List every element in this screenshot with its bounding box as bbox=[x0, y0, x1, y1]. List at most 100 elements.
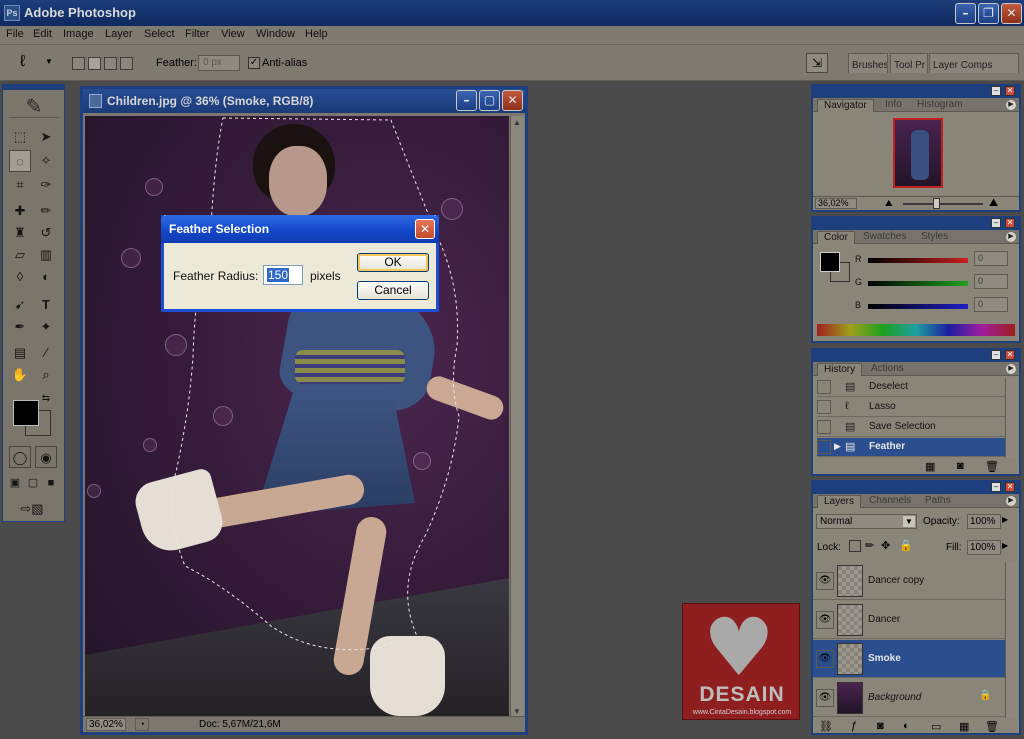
eye-icon[interactable]: 👁 bbox=[816, 650, 834, 668]
dodge-tool-icon[interactable]: ◐ bbox=[35, 266, 57, 288]
blur-tool-icon[interactable]: ◊ bbox=[9, 266, 31, 288]
image-canvas[interactable] bbox=[85, 116, 509, 718]
tab-histogram[interactable]: Histogram bbox=[911, 99, 969, 112]
pen-tool-icon[interactable]: ✒ bbox=[9, 316, 31, 338]
hand-tool-icon[interactable]: ✋ bbox=[9, 364, 31, 386]
tab-history[interactable]: History bbox=[817, 363, 863, 376]
panel-close-icon[interactable]: ✕ bbox=[1005, 86, 1015, 96]
tab-layers[interactable]: Layers bbox=[817, 495, 862, 508]
gradient-tool-icon[interactable]: ▥ bbox=[35, 244, 57, 266]
history-brush-tool-icon[interactable]: ↺ bbox=[35, 222, 57, 244]
foreground-color-swatch[interactable] bbox=[13, 400, 39, 426]
menu-filter[interactable]: Filter bbox=[185, 28, 209, 40]
adjustment-layer-icon[interactable]: ◐ bbox=[903, 720, 910, 732]
close-button[interactable]: ✕ bbox=[1001, 3, 1022, 24]
doc-maximize-button[interactable]: ▢ bbox=[479, 90, 500, 111]
cancel-button[interactable]: Cancel bbox=[357, 281, 429, 300]
eyedropper-tool-icon[interactable]: ⁄ bbox=[35, 342, 57, 364]
document-zoom-field[interactable]: 36,02% bbox=[86, 718, 126, 731]
color-spectrum-ramp[interactable] bbox=[817, 324, 1015, 336]
doc-minimize-button[interactable]: – bbox=[456, 90, 477, 111]
lock-all-icon[interactable]: 🔒 bbox=[899, 539, 913, 552]
tab-info[interactable]: Info bbox=[879, 99, 908, 112]
history-item[interactable]: ℓ Lasso bbox=[817, 398, 1005, 417]
new-snapshot-icon[interactable]: ◙ bbox=[957, 460, 964, 472]
panel-minimize-icon[interactable]: – bbox=[991, 350, 1001, 360]
menu-window[interactable]: Window bbox=[256, 28, 295, 40]
panel-close-icon[interactable]: ✕ bbox=[1005, 350, 1015, 360]
history-item-selected[interactable]: ▶ ▤ Feather bbox=[817, 438, 1005, 457]
well-tab-brushes[interactable]: Brushes bbox=[848, 53, 888, 73]
doc-close-button[interactable]: ✕ bbox=[502, 90, 523, 111]
brush-tool-icon[interactable]: ✏ bbox=[35, 200, 57, 222]
layer-row-selected[interactable]: 👁 Smoke bbox=[813, 640, 1007, 678]
minimize-button[interactable]: – bbox=[955, 3, 976, 24]
trash-icon[interactable]: 🗑 bbox=[985, 720, 999, 733]
chevron-down-icon[interactable]: ▼ bbox=[45, 57, 53, 66]
status-menu-icon[interactable]: ◔ bbox=[135, 718, 149, 731]
subtract-selection-icon[interactable] bbox=[104, 57, 117, 70]
new-layer-icon[interactable]: ▦ bbox=[959, 720, 969, 733]
tab-navigator[interactable]: Navigator bbox=[817, 99, 874, 112]
lasso-tool-icon[interactable]: ◌ bbox=[9, 150, 31, 172]
well-tab-layer-comps[interactable]: Layer Comps bbox=[929, 53, 1019, 73]
fill-input[interactable]: 100% bbox=[967, 540, 1001, 555]
marquee-tool-icon[interactable]: ⬚ bbox=[9, 126, 31, 148]
panel-minimize-icon[interactable]: – bbox=[991, 482, 1001, 492]
clone-stamp-tool-icon[interactable]: ♜ bbox=[9, 222, 31, 244]
new-selection-icon[interactable] bbox=[72, 57, 85, 70]
lock-transparency-icon[interactable] bbox=[849, 540, 861, 552]
type-tool-icon[interactable]: T bbox=[35, 294, 57, 316]
panel-close-icon[interactable]: ✕ bbox=[1005, 218, 1015, 228]
layer-row[interactable]: 👁 Dancer bbox=[813, 601, 1007, 639]
tab-styles[interactable]: Styles bbox=[915, 231, 954, 244]
blend-mode-select[interactable]: Normal ▼ bbox=[816, 514, 917, 529]
menu-view[interactable]: View bbox=[221, 28, 245, 40]
panel-menu-icon[interactable]: ▶ bbox=[1006, 364, 1016, 374]
jump-to-imageready-icon[interactable]: ⇨▧ bbox=[9, 498, 55, 520]
navigator-zoom-slider[interactable] bbox=[903, 203, 983, 205]
menu-help[interactable]: Help bbox=[305, 28, 328, 40]
scroll-up-icon[interactable]: ▲ bbox=[513, 118, 521, 127]
blue-channel-value[interactable]: 0 bbox=[974, 297, 1008, 312]
blue-channel-slider[interactable] bbox=[868, 304, 968, 309]
menu-image[interactable]: Image bbox=[63, 28, 94, 40]
tab-channels[interactable]: Channels bbox=[863, 495, 917, 508]
tab-paths[interactable]: Paths bbox=[919, 495, 957, 508]
palette-well-icon[interactable]: ⇲ bbox=[806, 53, 828, 73]
antialias-checkbox[interactable]: ✓ bbox=[248, 57, 260, 69]
add-to-selection-icon[interactable] bbox=[88, 57, 101, 70]
layer-style-icon[interactable]: ƒ bbox=[851, 720, 857, 732]
standard-mode-icon[interactable]: ◯ bbox=[9, 446, 31, 468]
panel-menu-icon[interactable]: ▶ bbox=[1006, 100, 1016, 110]
navigator-zoom-knob[interactable] bbox=[933, 198, 940, 209]
lasso-preset-icon[interactable]: ℓ bbox=[20, 53, 25, 71]
full-screen-menu-mode-icon[interactable]: ▢ bbox=[25, 472, 41, 494]
notes-tool-icon[interactable]: ▤ bbox=[9, 342, 31, 364]
crop-tool-icon[interactable]: ⌗ bbox=[9, 174, 31, 196]
navigator-thumbnail[interactable] bbox=[893, 118, 943, 188]
link-layers-icon[interactable]: ⛓ bbox=[819, 720, 833, 733]
tab-swatches[interactable]: Swatches bbox=[857, 231, 912, 244]
slice-tool-icon[interactable]: ✑ bbox=[35, 174, 57, 196]
eye-icon[interactable]: 👁 bbox=[816, 689, 834, 707]
layer-mask-icon[interactable]: ◙ bbox=[877, 720, 884, 732]
magic-wand-tool-icon[interactable]: ✧ bbox=[35, 150, 57, 172]
feather-radius-input[interactable]: 150 bbox=[263, 265, 303, 285]
lock-paint-icon[interactable]: ✏ bbox=[865, 539, 874, 552]
color-foreground-swatch[interactable] bbox=[820, 252, 840, 272]
zoom-tool-icon[interactable]: ⌕ bbox=[35, 364, 57, 386]
new-document-from-state-icon[interactable]: ▦ bbox=[925, 460, 935, 473]
tab-color[interactable]: Color bbox=[817, 231, 855, 244]
well-tab-tool-presets[interactable]: Tool Pr bbox=[890, 53, 928, 73]
move-tool-icon[interactable]: ➤ bbox=[35, 126, 57, 148]
lock-move-icon[interactable]: ✥ bbox=[881, 539, 890, 552]
history-source-box[interactable] bbox=[817, 440, 831, 454]
panel-menu-icon[interactable]: ▶ bbox=[1006, 496, 1016, 506]
zoom-out-icon[interactable]: ⛰ bbox=[885, 198, 893, 209]
red-channel-value[interactable]: 0 bbox=[974, 251, 1008, 266]
menu-layer[interactable]: Layer bbox=[105, 28, 133, 40]
intersect-selection-icon[interactable] bbox=[120, 57, 133, 70]
standard-screen-mode-icon[interactable]: ▣ bbox=[7, 472, 23, 494]
menu-file[interactable]: File bbox=[6, 28, 24, 40]
